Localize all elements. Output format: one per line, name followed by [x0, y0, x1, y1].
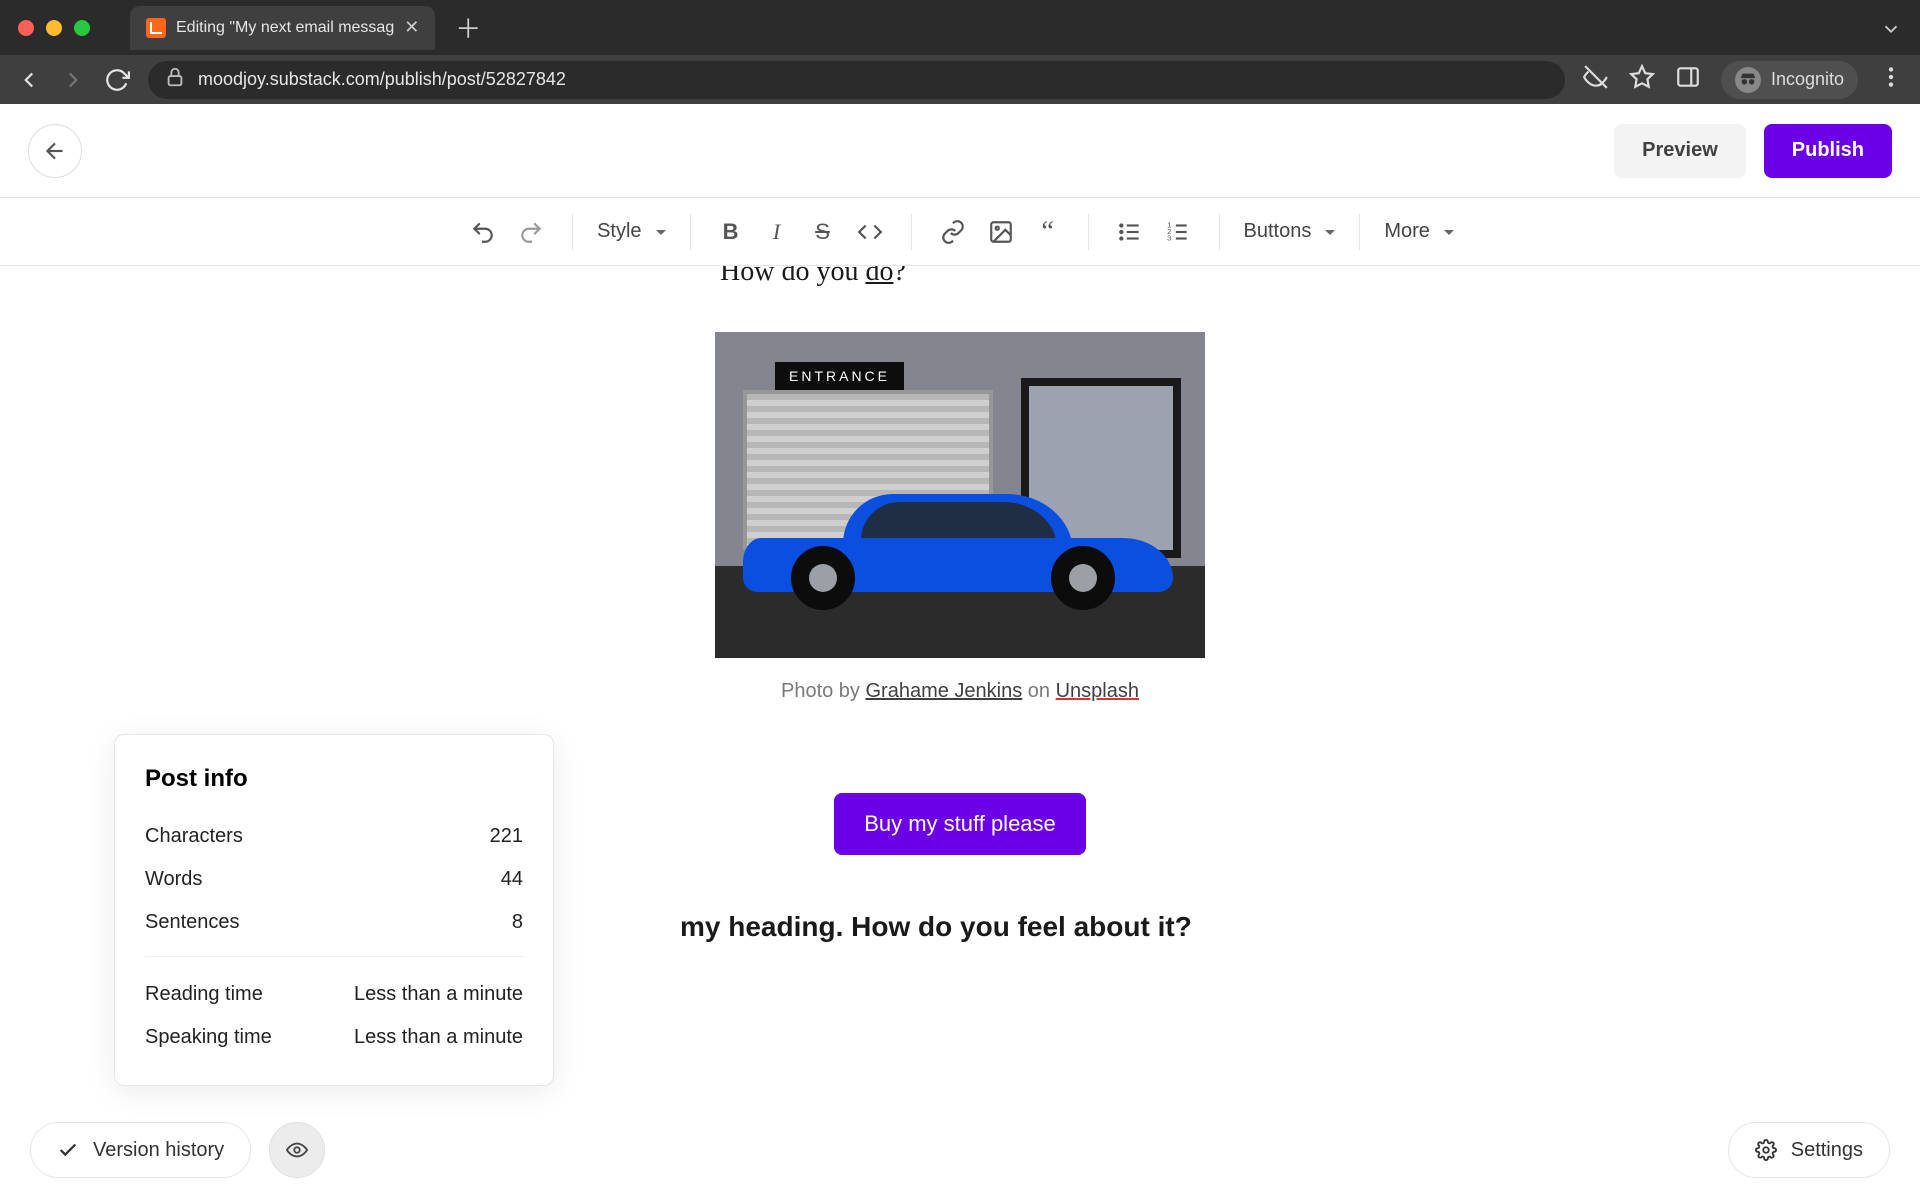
- caption-author-link[interactable]: Grahame Jenkins: [866, 680, 1023, 702]
- tabs-dropdown-icon[interactable]: [1880, 18, 1902, 45]
- close-window-icon[interactable]: [18, 20, 34, 36]
- text-underlined: do: [865, 266, 893, 287]
- stat-label: Reading time: [145, 983, 263, 1006]
- star-icon[interactable]: [1629, 64, 1655, 95]
- incognito-label: Incognito: [1771, 69, 1844, 90]
- maximize-window-icon[interactable]: [74, 20, 90, 36]
- stat-label: Speaking time: [145, 1026, 272, 1049]
- stat-value: Less than a minute: [354, 983, 523, 1006]
- undo-icon[interactable]: [460, 210, 506, 254]
- caption-prefix: Photo by: [781, 680, 866, 702]
- image-icon[interactable]: [978, 210, 1024, 254]
- bold-icon[interactable]: B: [709, 210, 753, 254]
- stat-value: 44: [501, 868, 523, 891]
- stat-label: Characters: [145, 825, 243, 848]
- nav-back-icon[interactable]: [16, 67, 42, 93]
- browser-right-icons: Incognito: [1583, 61, 1904, 99]
- close-tab-icon[interactable]: ✕: [404, 17, 419, 38]
- tab-strip: Editing "My next email messag ✕ ＋: [0, 0, 1920, 55]
- browser-chrome: Editing "My next email messag ✕ ＋ moodjo…: [0, 0, 1920, 104]
- url-text: moodjoy.substack.com/publish/post/528278…: [198, 69, 566, 90]
- text-fragment-suffix: ?: [893, 266, 905, 287]
- post-info-title: Post info: [145, 765, 523, 793]
- image-figure[interactable]: ENTRANCE Photo by Grahame Jenkins on Uns…: [715, 332, 1205, 703]
- settings-label: Settings: [1791, 1139, 1863, 1162]
- address-row: moodjoy.substack.com/publish/post/528278…: [0, 55, 1920, 104]
- text-fragment: How do you: [720, 266, 865, 287]
- version-history-label: Version history: [93, 1139, 224, 1162]
- back-button[interactable]: [28, 124, 82, 178]
- version-history-button[interactable]: Version history: [30, 1122, 251, 1178]
- heading-text[interactable]: my heading. How do you feel about it?: [460, 911, 1460, 943]
- caption-source-link[interactable]: Unsplash: [1056, 680, 1139, 702]
- body-text-fragment[interactable]: How do you do?: [590, 266, 1330, 288]
- eye-off-icon[interactable]: [1583, 64, 1609, 95]
- nav-forward-icon[interactable]: [60, 67, 86, 93]
- settings-button[interactable]: Settings: [1728, 1122, 1890, 1178]
- stat-row: Characters 221: [145, 815, 523, 858]
- car-illustration: [743, 490, 1173, 610]
- browser-tab[interactable]: Editing "My next email messag ✕: [130, 6, 435, 50]
- app-header: Preview Publish: [0, 104, 1920, 198]
- stat-value: 221: [490, 825, 523, 848]
- italic-icon[interactable]: I: [755, 210, 799, 254]
- editor-canvas[interactable]: How do you do? ENTRANCE Photo by Grahame…: [0, 266, 1920, 1200]
- stat-value: 8: [512, 911, 523, 934]
- stat-row: Words 44: [145, 858, 523, 901]
- lock-icon: [164, 66, 186, 93]
- substack-favicon-icon: [146, 18, 166, 38]
- content-image[interactable]: ENTRANCE: [715, 332, 1205, 658]
- incognito-icon: [1735, 67, 1761, 93]
- post-info-popover: Post info Characters 221 Words 44 Sentence…: [114, 734, 554, 1086]
- caption-middle: on: [1022, 680, 1055, 702]
- reload-icon[interactable]: [104, 67, 130, 93]
- post-info-toggle[interactable]: [269, 1122, 325, 1178]
- tab-title: Editing "My next email messag: [176, 19, 394, 37]
- image-sign-text: ENTRANCE: [775, 362, 904, 390]
- bottom-bar: Version history Settings: [0, 1100, 1920, 1200]
- redo-icon[interactable]: [508, 210, 554, 254]
- buttons-dropdown[interactable]: Buttons: [1238, 220, 1342, 243]
- minimize-window-icon[interactable]: [46, 20, 62, 36]
- incognito-badge[interactable]: Incognito: [1721, 61, 1858, 99]
- stat-label: Words: [145, 868, 202, 891]
- stat-row: Reading time Less than a minute: [145, 973, 523, 1016]
- stat-row: Speaking time Less than a minute: [145, 1016, 523, 1059]
- image-caption[interactable]: Photo by Grahame Jenkins on Unsplash: [715, 680, 1205, 703]
- stat-label: Sentences: [145, 911, 240, 934]
- panel-icon[interactable]: [1675, 64, 1701, 95]
- editor-toolbar: Style B I S “ 123 Buttons More: [0, 198, 1920, 266]
- preview-button[interactable]: Preview: [1614, 124, 1746, 178]
- new-tab-button[interactable]: ＋: [453, 9, 483, 46]
- kebab-menu-icon[interactable]: [1878, 64, 1904, 95]
- stat-row: Sentences 8: [145, 901, 523, 944]
- link-icon[interactable]: [930, 210, 976, 254]
- address-bar[interactable]: moodjoy.substack.com/publish/post/528278…: [148, 61, 1565, 99]
- quote-icon[interactable]: “: [1026, 210, 1070, 254]
- bullet-list-icon[interactable]: [1107, 210, 1153, 254]
- code-icon[interactable]: [847, 210, 893, 254]
- stat-value: Less than a minute: [354, 1026, 523, 1049]
- more-dropdown[interactable]: More: [1378, 220, 1460, 243]
- window-controls: [18, 20, 90, 36]
- style-dropdown[interactable]: Style: [591, 220, 671, 243]
- numbered-list-icon[interactable]: 123: [1155, 210, 1201, 254]
- svg-text:3: 3: [1167, 233, 1171, 242]
- strikethrough-icon[interactable]: S: [801, 210, 845, 254]
- publish-button[interactable]: Publish: [1764, 124, 1892, 178]
- cta-button[interactable]: Buy my stuff please: [834, 793, 1086, 855]
